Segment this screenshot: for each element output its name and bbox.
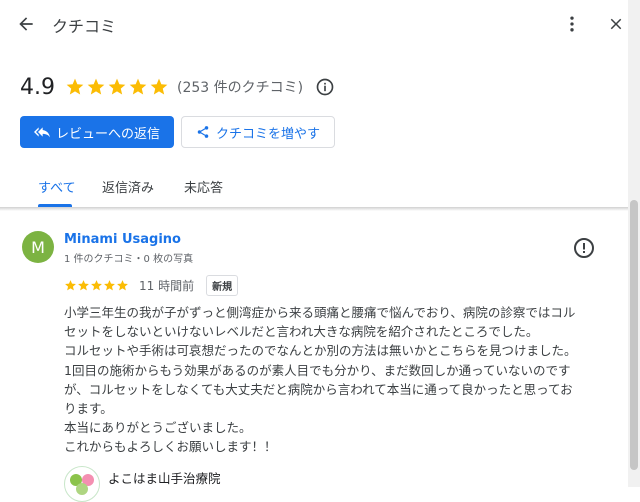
review-line: セットをしないといけないレベルだと言われ大きな病院を紹介されたところでした。 — [64, 324, 539, 340]
star-icon — [108, 78, 126, 95]
star-icon — [91, 279, 102, 290]
reviewer-meta: 1 件のクチコミ・0 枚の写真 — [64, 254, 194, 265]
arrow-back-icon — [19, 17, 33, 31]
reply-to-reviews-label: レビューへの返信 — [55, 126, 160, 142]
reply-to-reviews-button[interactable]: レビューへの返信 — [20, 116, 174, 148]
star-icon — [78, 279, 89, 290]
review-line: 本当にありがとうございました。 — [64, 420, 252, 436]
review-text: 小学三年生の我が子がずっと側湾症から来る頭痛と腰痛で悩んでおり、病院の診察ではコ… — [64, 303, 604, 457]
review-count: (253 件のクチコミ) — [177, 80, 304, 96]
report-icon[interactable] — [572, 236, 596, 260]
owner-logo — [64, 466, 100, 502]
get-more-reviews-button[interactable]: クチコミを増やす — [181, 116, 335, 148]
reviews-panel: クチコミ 4.9 (253 件のクチコミ) レビューへの返信 クチコミを増やす … — [0, 0, 628, 502]
close-icon — [610, 18, 622, 30]
rating-summary: 4.9 (253 件のクチコミ) — [20, 72, 335, 102]
scrollbar[interactable] — [628, 0, 640, 487]
review-time: 11 時間前 — [139, 278, 195, 293]
review-line: これからもよろしくお願いします！！ — [64, 439, 277, 455]
header-divider — [0, 207, 628, 211]
new-badge: 新規 — [206, 274, 239, 296]
tab-unanswered[interactable]: 未応答 — [184, 166, 223, 206]
rating-stars — [65, 77, 169, 97]
owner-name: よこはま山手治療院 — [108, 471, 221, 486]
rating-value: 4.9 — [20, 74, 55, 100]
star-icon — [87, 78, 105, 95]
tab-replied[interactable]: 返信済み — [102, 166, 154, 206]
more-vert-icon — [570, 16, 574, 32]
reply-all-icon — [33, 127, 50, 138]
reviewer-name[interactable]: Minami Usagino — [64, 232, 181, 247]
review-tabs: すべて 返信済み 未応答 — [0, 166, 628, 208]
review-line: コルセットや手術は可哀想だったのでなんとか別の方法は無いかとこちらを見つけました… — [64, 343, 577, 359]
review-line: ります。 — [64, 401, 113, 417]
avatar[interactable]: M — [22, 231, 54, 263]
star-icon — [104, 279, 115, 290]
tab-all[interactable]: すべて — [38, 166, 76, 206]
back-button[interactable] — [12, 10, 40, 38]
review-stars — [64, 279, 129, 292]
star-icon — [150, 78, 168, 95]
star-icon — [129, 78, 147, 95]
scrollbar-thumb[interactable] — [630, 200, 638, 470]
share-icon — [197, 126, 209, 138]
star-icon — [65, 279, 76, 290]
top-bar: クチコミ — [0, 0, 628, 48]
review-line: 1回目の施術からもう効果があるのが素人目でも分かり、まだ数回しか通っていないので… — [64, 362, 571, 378]
review-line: が、コルセットをしなくても大丈夫だと病院から言われて本当に通って良かったと思って… — [64, 381, 573, 397]
review-rating-row: 11 時間前 新規 — [64, 274, 239, 296]
info-icon[interactable] — [315, 77, 335, 97]
close-button[interactable] — [602, 10, 630, 38]
page-title: クチコミ — [52, 17, 117, 36]
star-icon — [117, 279, 128, 290]
review-line: 小学三年生の我が子がずっと側湾症から来る頭痛と腰痛で悩んでおり、病院の診察ではコ… — [64, 305, 576, 320]
more-options-button[interactable] — [558, 10, 586, 38]
clover-logo-icon — [70, 474, 94, 495]
star-icon — [66, 78, 84, 95]
get-more-reviews-label: クチコミを増やす — [215, 126, 320, 142]
